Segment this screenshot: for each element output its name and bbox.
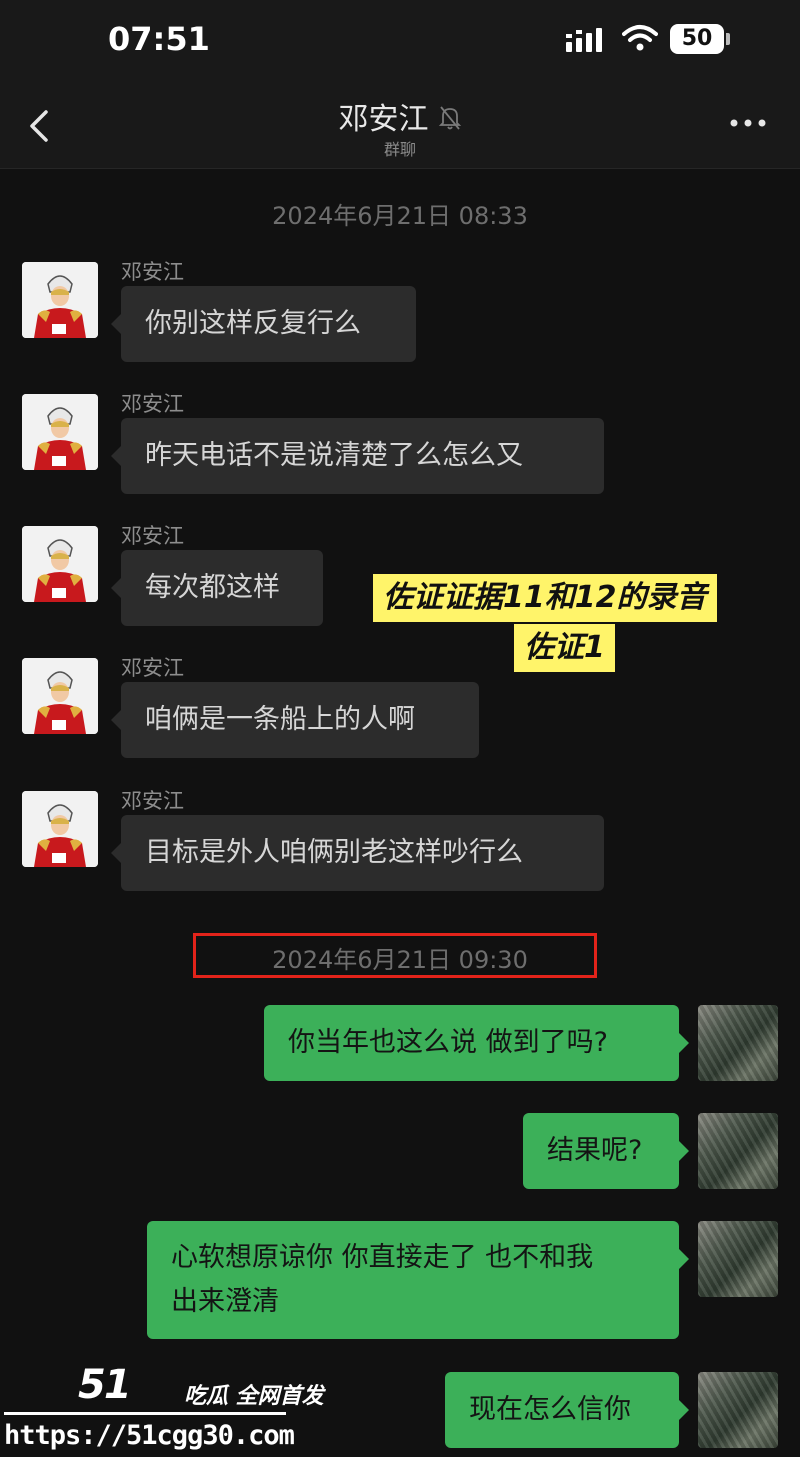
wifi-icon — [622, 24, 658, 56]
timestamp: 2024年6月21日 08:33 — [272, 202, 528, 230]
watermark-logo: 51 — [78, 1362, 132, 1408]
battery-tip — [726, 33, 730, 45]
avatar[interactable] — [22, 658, 98, 734]
timestamp: 2024年6月21日 09:30 — [272, 946, 528, 974]
annotation-label: 佐证证据11和12的录音 — [373, 574, 717, 622]
avatar[interactable] — [698, 1113, 778, 1189]
sender-name: 邓安江 — [121, 789, 184, 813]
more-icon[interactable] — [728, 114, 768, 133]
signal-icon — [566, 28, 606, 56]
message-bubble-incoming[interactable]: 你别这样反复行么 — [111, 286, 416, 362]
message-bubble-outgoing[interactable]: 结果呢? — [523, 1113, 689, 1189]
chat-header: 邓安江 群聊 — [0, 80, 800, 169]
sender-name: 邓安江 — [121, 392, 184, 416]
sender-name: 邓安江 — [121, 260, 184, 284]
status-time: 07:51 — [108, 20, 210, 58]
avatar[interactable] — [22, 526, 98, 602]
message-line: 心软想原谅你 你直接走了 也不和我 — [171, 1242, 594, 1273]
message-bubble-outgoing[interactable]: 现在怎么信你 — [445, 1372, 689, 1448]
battery-icon: 50 — [670, 24, 724, 54]
avatar[interactable] — [22, 791, 98, 867]
sender-name: 邓安江 — [121, 656, 184, 680]
watermark-divider — [4, 1412, 286, 1415]
sender-name: 邓安江 — [121, 524, 184, 548]
chat-title-group: 邓安江 — [0, 94, 800, 138]
watermark-url: https://51cgg30.com — [4, 1420, 295, 1451]
message-bubble-incoming[interactable]: 昨天电话不是说清楚了么怎么又 — [111, 418, 604, 494]
chat-title: 邓安江 — [338, 102, 429, 137]
message-bubble-incoming[interactable]: 目标是外人咱俩别老这样吵行么 — [111, 815, 604, 891]
message-line: 出来澄清 — [171, 1286, 279, 1317]
avatar[interactable] — [22, 394, 98, 470]
avatar[interactable] — [698, 1005, 778, 1081]
chat-subtitle: 群聊 — [383, 140, 416, 159]
message-bubble-incoming[interactable]: 咱俩是一条船上的人啊 — [111, 682, 479, 758]
chat-screen: 07:51 50 邓安江 群聊 2024年6月21日 08:33 邓安江 你别这… — [0, 0, 800, 1457]
avatar[interactable] — [698, 1221, 778, 1297]
mute-bell-icon — [438, 105, 462, 135]
message-bubble-outgoing[interactable]: 心软想原谅你 你直接走了 也不和我 出来澄清 — [147, 1221, 689, 1339]
message-bubble-outgoing[interactable]: 你当年也这么说 做到了吗? — [264, 1005, 689, 1081]
watermark-text: 吃瓜 全网首发 — [184, 1384, 324, 1409]
avatar[interactable] — [22, 262, 98, 338]
status-bar: 07:51 50 — [0, 0, 800, 80]
message-bubble-incoming[interactable]: 每次都这样 — [111, 550, 323, 626]
annotation-label: 佐证1 — [514, 624, 615, 672]
avatar[interactable] — [698, 1372, 778, 1448]
